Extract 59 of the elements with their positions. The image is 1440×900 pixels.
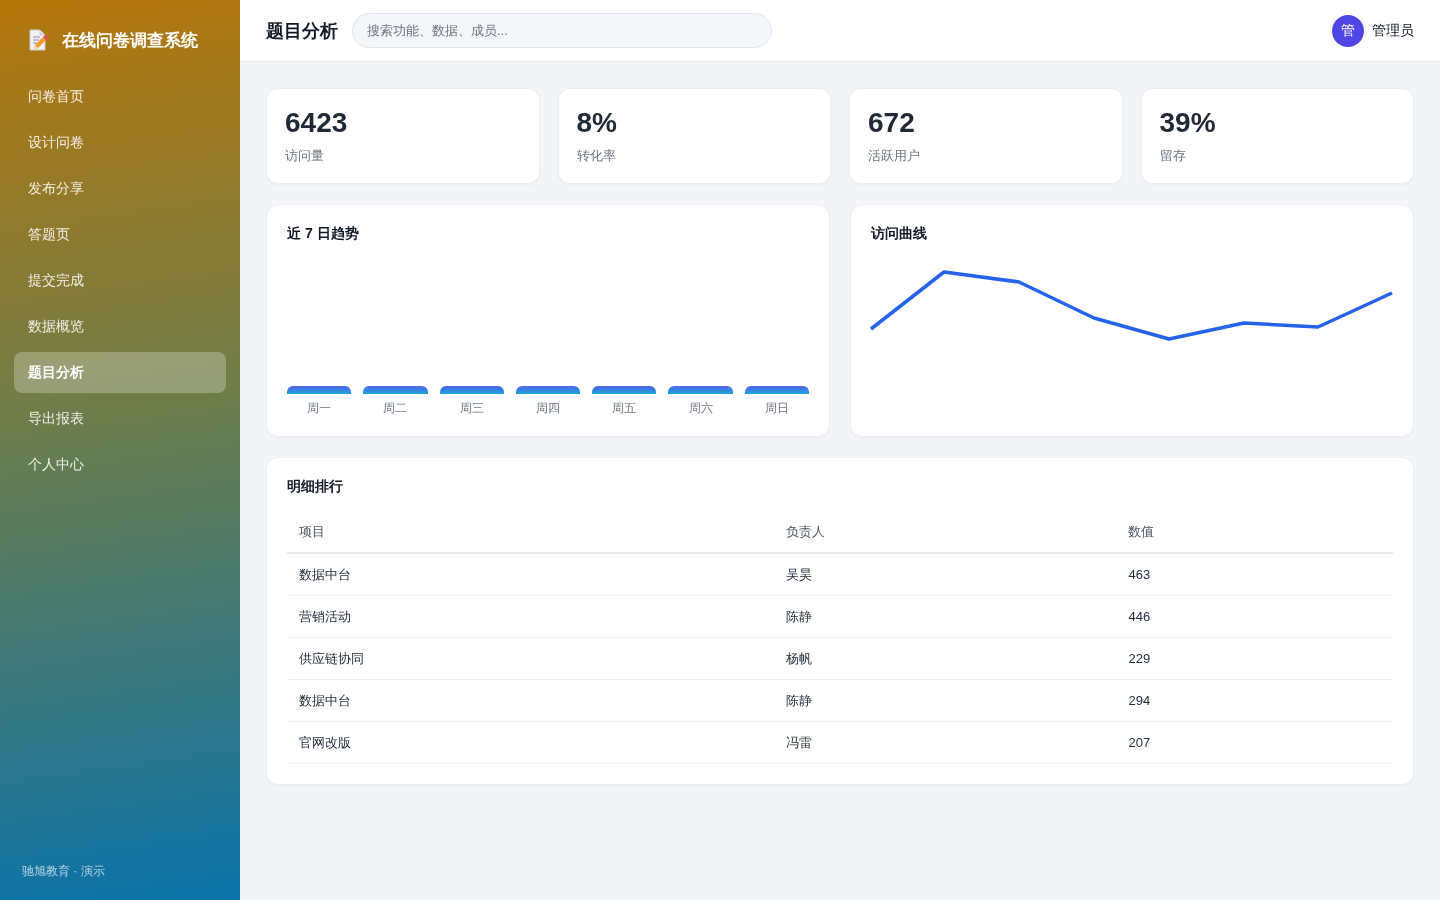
sidebar-item[interactable]: 提交完成	[14, 260, 226, 301]
table-cell: 数据中台	[287, 679, 774, 722]
sidebar-item[interactable]: 答题页	[14, 214, 226, 255]
stat-label: 活跃用户	[868, 147, 920, 165]
table-cell: 207	[1116, 721, 1393, 764]
chart-bar	[287, 386, 352, 394]
day-label: 周三	[459, 400, 484, 416]
day-label: 周四	[536, 400, 560, 416]
stat-value: 672	[868, 106, 915, 140]
day-label: 周日	[764, 400, 789, 416]
stat-value: 8%	[576, 106, 617, 140]
column-header: 项目	[287, 512, 774, 553]
chart-bar	[592, 386, 657, 394]
column-header: 数值	[1116, 512, 1393, 553]
table-cell: 营销活动	[287, 595, 774, 638]
sidebar-item[interactable]: 导出报表	[14, 398, 226, 439]
stat-value: 39%	[1159, 106, 1216, 140]
chart-bar	[439, 386, 504, 394]
card-title: 访问曲线	[871, 224, 927, 242]
table-cell: 数据中台	[287, 553, 774, 596]
sidebar-item[interactable]: 发布分享	[14, 168, 226, 209]
sidebar-item[interactable]: 问卷首页	[14, 76, 226, 117]
sidebar-item[interactable]: 题目分析	[14, 352, 226, 393]
table-cell: 杨帆	[773, 637, 1117, 680]
app-title: 在线问卷调查系统	[62, 29, 198, 52]
card-title: 近 7 日趋势	[287, 224, 359, 242]
table-cell: 463	[1116, 553, 1393, 596]
card-title: 明细排行	[287, 477, 343, 495]
sidebar-item[interactable]: 个人中心	[14, 444, 226, 485]
user-avatar[interactable]: 管	[1332, 14, 1364, 47]
table-cell: 吴昊	[773, 553, 1117, 596]
stat-label: 访问量	[285, 147, 324, 165]
table-cell: 陈静	[773, 679, 1117, 722]
search-field[interactable]: 搜索功能、数据、成员...	[352, 13, 772, 48]
chart-bar	[744, 386, 809, 394]
user-name[interactable]: 管理员	[1372, 21, 1414, 40]
column-header: 负责人	[773, 512, 1117, 553]
day-label: 周六	[688, 400, 713, 416]
stat-label: 转化率	[576, 147, 616, 165]
stat-label: 留存	[1159, 147, 1186, 165]
table-cell: 229	[1116, 637, 1393, 680]
sidebar-item[interactable]: 设计问卷	[14, 122, 226, 163]
table-cell: 446	[1116, 595, 1393, 638]
chart-bar	[668, 386, 733, 394]
footer-text: 驰旭教育 · 演示	[21, 863, 105, 880]
table-cell: 供应链协同	[287, 637, 774, 680]
stat-value: 6423	[285, 106, 348, 140]
day-label: 周二	[383, 400, 408, 416]
memo-pencil-icon	[28, 29, 48, 51]
table-cell: 294	[1116, 679, 1393, 722]
day-label: 周一	[307, 400, 332, 416]
sidebar-item[interactable]: 数据概览	[14, 306, 226, 347]
chart-bar	[363, 386, 428, 394]
day-label: 周五	[612, 400, 637, 416]
page-title: 题目分析	[266, 19, 338, 43]
table-cell: 冯雷	[773, 721, 1117, 764]
table-cell: 陈静	[773, 595, 1117, 638]
table-cell: 官网改版	[287, 721, 774, 764]
chart-bar	[515, 386, 581, 394]
